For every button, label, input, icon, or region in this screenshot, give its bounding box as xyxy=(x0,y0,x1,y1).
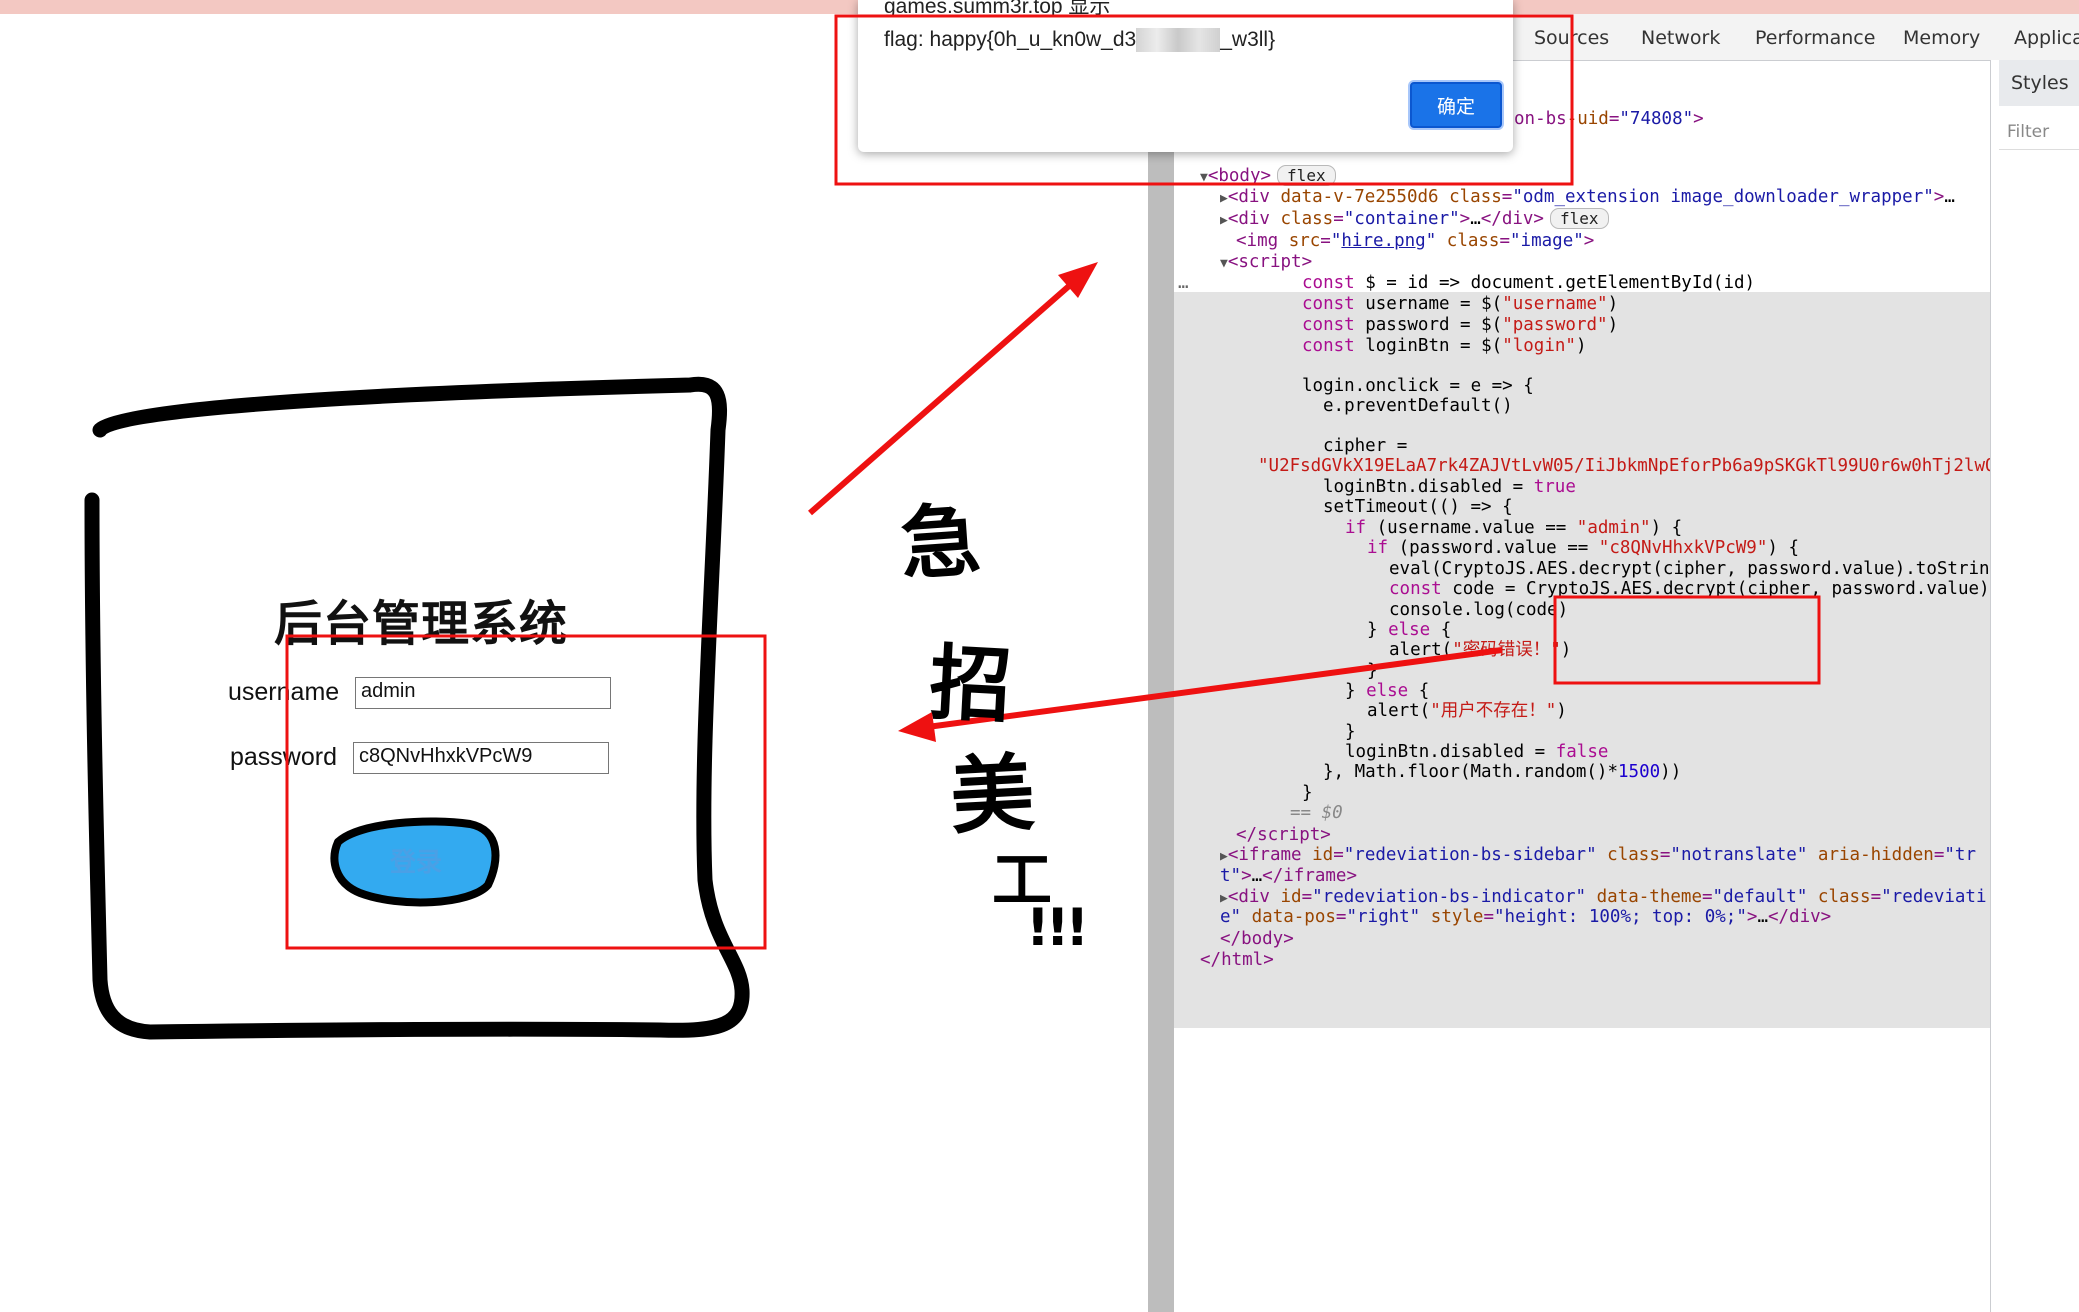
flag-text-prefix: flag: happy{0h_u_kn0w_d3 xyxy=(884,28,1137,51)
styles-tab[interactable]: Styles xyxy=(1999,60,2079,106)
handwritten-exclaim: !!! xyxy=(1026,898,1089,958)
tab-performance[interactable]: Performance xyxy=(1755,27,1875,49)
password-input[interactable]: c8QNvHhxkVPcW9 xyxy=(353,742,609,774)
flex-badge[interactable]: flex xyxy=(1277,165,1336,186)
login-button-label[interactable]: 登录 xyxy=(390,842,442,879)
handwritten-char: 招 xyxy=(927,635,1015,736)
elements-tree: on-bs-uid="74808"> ▼<body> flex ▶<div dat… xyxy=(1174,60,1990,1312)
tab-memory[interactable]: Memory xyxy=(1903,27,1980,49)
more-icon[interactable]: … xyxy=(1178,270,1189,297)
tab-sources[interactable]: Sources xyxy=(1534,27,1609,49)
password-label: password xyxy=(230,743,337,771)
tab-network[interactable]: Network xyxy=(1641,27,1720,49)
dom-line[interactable]: e" data-pos="right" style="height: 100%;… xyxy=(1220,904,1831,931)
dom-line-script[interactable]: ▼<script> xyxy=(1220,249,1312,276)
alert-dialog: games.summ3r.top 显示 flag: happy{0h_u_kn0… xyxy=(858,0,1513,152)
dom-line[interactable]: on-bs-uid="74808"> xyxy=(1514,106,1704,133)
tab-application[interactable]: Applica xyxy=(2014,27,2079,49)
dialog-message: flag: happy{0h_u_kn0w_d3 _w3ll} xyxy=(884,28,1276,53)
code-line: const loginBtn = $("login") xyxy=(1302,336,1587,356)
username-input[interactable]: admin xyxy=(355,677,611,709)
ok-button[interactable]: 确定 xyxy=(1410,82,1502,128)
handwritten-char: 急 xyxy=(897,493,984,592)
styles-filter-input[interactable]: Filter xyxy=(1999,114,2079,150)
redacted-block xyxy=(1136,28,1221,53)
dialog-origin: games.summ3r.top 显示 xyxy=(884,0,1111,18)
styles-pane: Styles Filter xyxy=(1990,60,2079,1312)
code-line: }, Math.floor(Math.random()*1500)) xyxy=(1323,762,1682,782)
username-label: username xyxy=(228,678,340,706)
devtools-splitter[interactable] xyxy=(1148,14,1174,1312)
page-title: 后台管理系统 xyxy=(274,596,569,652)
flex-badge[interactable]: flex xyxy=(1549,208,1609,229)
code-line: alert("用户不存在！") xyxy=(1367,701,1567,721)
devtools-panel: Sources Network Performance Memory Appli… xyxy=(1174,14,2079,1312)
dom-line[interactable]: </html> xyxy=(1200,947,1274,974)
code-line: alert("密码错误！") xyxy=(1389,640,1572,660)
code-line: e.preventDefault() xyxy=(1323,396,1513,416)
flag-text-suffix: _w3ll} xyxy=(1220,28,1276,51)
